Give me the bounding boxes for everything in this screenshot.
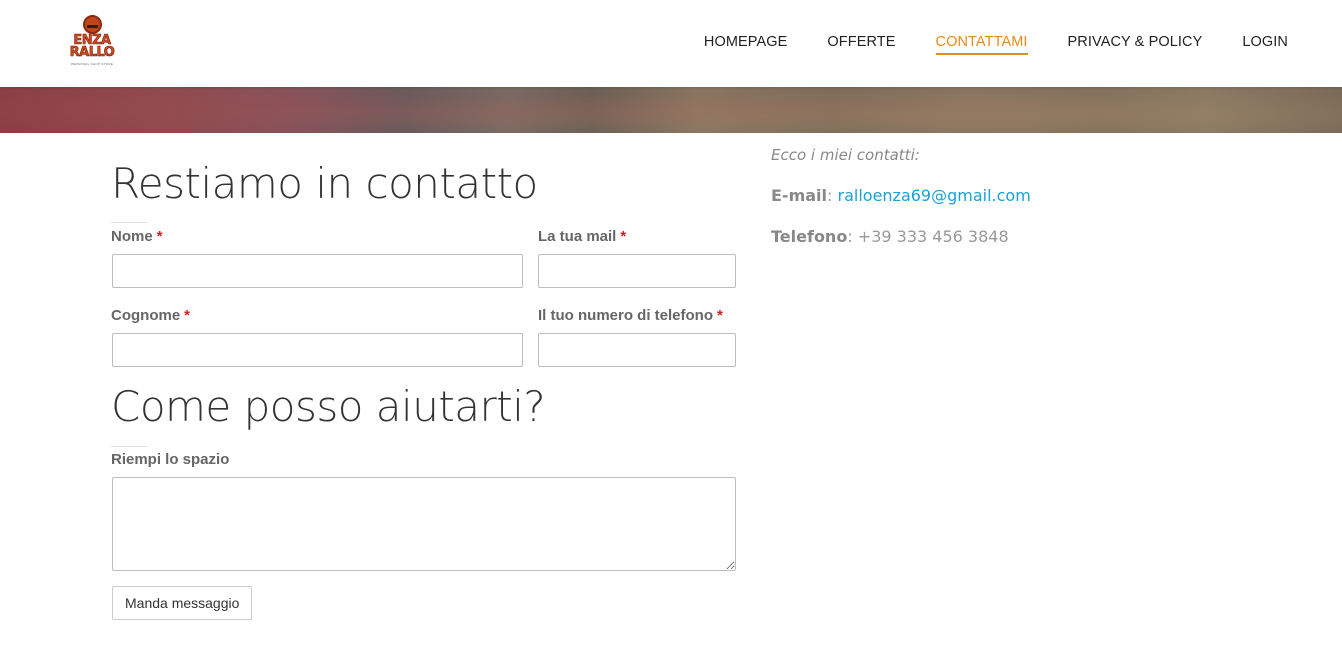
contacts-intro: Ecco i miei contatti: [771,146,920,164]
required-mark: * [717,307,723,324]
phone-value: +39 333 456 3848 [857,227,1009,246]
nav-item-login[interactable]: LOGIN [1242,33,1288,55]
logo-word-second: RALLO [69,45,115,60]
email-input[interactable] [538,254,736,288]
form-title: Restiamo in contatto [111,159,538,208]
email-separator: : [827,186,833,205]
nome-label-text: Nome [111,228,153,245]
email-label-text: La tua mail [538,228,617,245]
phone-key: Telefono [771,227,848,246]
cognome-label-text: Cognome [111,307,181,324]
site-header: ENZA RALLO PERSONAL SHOP STORE HOMEPAGE … [0,0,1342,87]
title-divider [111,222,147,223]
contact-email-row: E-mail: ralloenza69@gmail.com [771,186,1031,206]
email-key: E-mail [771,186,828,205]
telefono-input[interactable] [538,333,736,367]
nome-label: Nome * [111,228,163,246]
phone-separator: : [847,227,853,246]
cognome-label: Cognome * [111,307,190,325]
contact-phone-row: Telefono: +39 333 456 3848 [771,227,1009,247]
required-mark: * [156,228,163,245]
nome-input[interactable] [112,254,523,288]
message-label: Riempi lo spazio [111,451,230,468]
telefono-label-text: Il tuo numero di telefono [538,307,713,324]
submit-button[interactable]: Manda messaggio [112,586,253,620]
email-label: La tua mail * [538,228,626,246]
nav-item-privacy-policy[interactable]: PRIVACY & POLICY [1068,33,1203,55]
nav-item-contattami[interactable]: CONTATTAMI [935,33,1028,55]
nav-item-offerte[interactable]: OFFERTE [827,33,895,55]
required-mark: * [620,228,627,245]
required-mark: * [184,307,191,324]
logo-tagline: PERSONAL SHOP STORE [70,62,114,66]
nav-item-homepage[interactable]: HOMEPAGE [704,33,788,55]
site-logo[interactable]: ENZA RALLO PERSONAL SHOP STORE [62,15,122,69]
help-divider [111,446,147,447]
message-textarea[interactable] [112,477,736,571]
cognome-input[interactable] [112,333,523,367]
email-link[interactable]: ralloenza69@gmail.com [838,186,1031,205]
logo-sun-icon [83,15,102,34]
main-nav: HOMEPAGE OFFERTE CONTATTAMI PRIVACY & PO… [704,33,1288,55]
hero-banner [0,87,1342,133]
telefono-label: Il tuo numero di telefono * [538,307,723,325]
help-title: Come posso aiutarti? [111,382,546,431]
